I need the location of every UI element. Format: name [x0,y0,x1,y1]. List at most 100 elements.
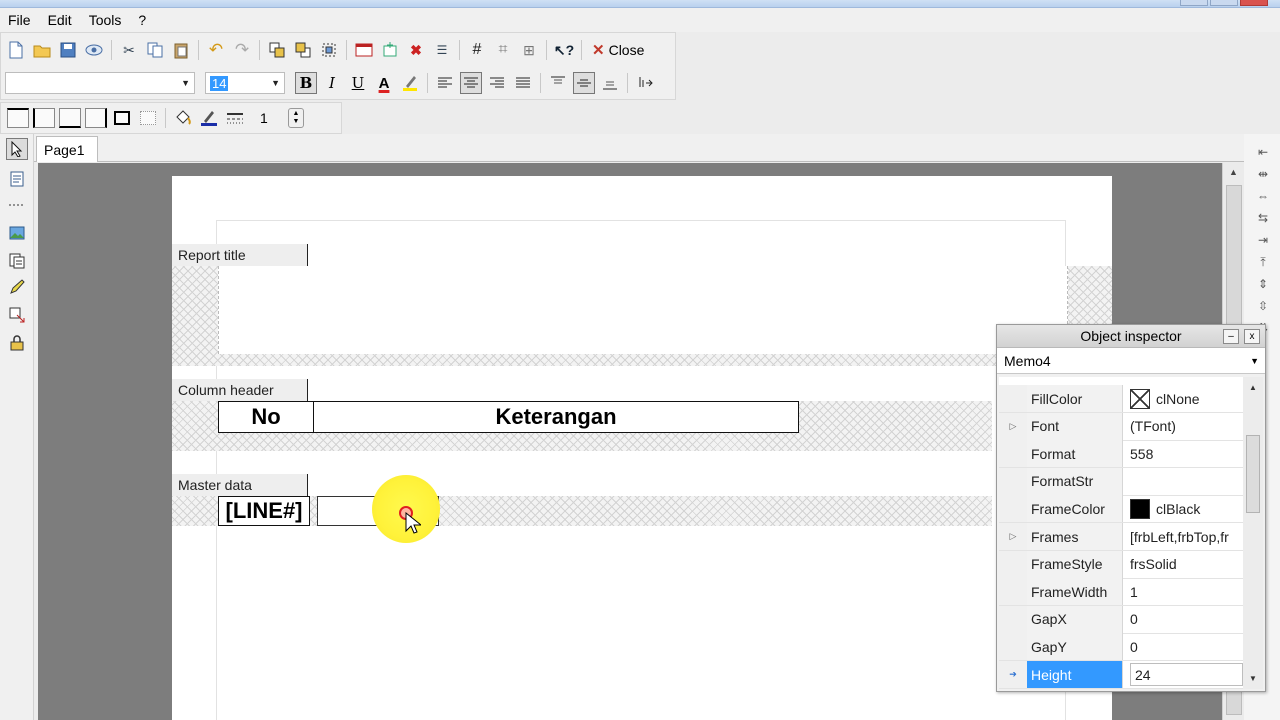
property-edit-field[interactable]: 24 [1130,663,1243,686]
frame-bottom-icon[interactable] [59,108,81,128]
frame-color-icon[interactable] [198,107,220,129]
property-row-framecolor[interactable]: FrameColor clBlack [999,495,1243,524]
delete-page-icon[interactable]: ✖ [405,39,427,61]
font-color-icon[interactable]: A [373,72,395,94]
property-value[interactable]: clBlack [1125,495,1243,522]
align-to-grid-icon[interactable]: ⌗ [492,39,514,61]
space-horizontally-icon[interactable]: ⇆ [1252,208,1274,228]
scroll-down-icon[interactable]: ▼ [1249,674,1257,683]
property-name[interactable]: FrameStyle [1027,550,1123,578]
text-object-icon[interactable] [6,168,28,190]
property-value[interactable]: clNone [1125,385,1243,412]
line-object-icon[interactable] [6,194,28,216]
center-horizontally-icon[interactable]: ⇔ [1252,186,1274,206]
minimize-icon[interactable] [1180,0,1208,6]
align-top-edges-icon[interactable]: ⤒ [1252,252,1274,272]
bring-to-front-icon[interactable] [266,39,288,61]
memo-line-number[interactable]: [LINE#] [218,496,310,526]
menu-file[interactable]: File [8,12,40,28]
underline-icon[interactable]: U [347,72,369,94]
frame-style-icon[interactable] [224,107,246,129]
property-row-format[interactable]: Format 558 [999,440,1243,469]
property-row-fillcolor[interactable]: FillColor clNone [999,385,1243,413]
save-icon[interactable] [57,39,79,61]
maximize-icon[interactable] [1210,0,1238,6]
italic-icon[interactable]: I [321,72,343,94]
memo-keterangan[interactable]: Keterangan [313,401,799,433]
property-value[interactable]: 0 [1125,606,1243,633]
insert-band-icon[interactable] [353,39,375,61]
subreport-object-icon[interactable] [6,250,28,272]
band-label-column-header[interactable]: Column header [172,379,308,401]
menu-edit[interactable]: Edit [48,12,81,28]
close-button[interactable]: ✕ Close [586,39,654,61]
property-value[interactable] [1125,468,1243,495]
property-name[interactable]: FillColor [1027,385,1123,412]
inspector-scrollbar[interactable]: ▲ ▼ [1243,377,1263,689]
frame-all-icon[interactable] [114,111,130,125]
send-to-back-icon[interactable] [292,39,314,61]
page-options-icon[interactable]: ☰ [431,39,453,61]
property-name[interactable]: Frames [1027,523,1123,550]
close-icon[interactable]: x [1244,329,1260,344]
property-row-framewidth[interactable]: FrameWidth 1 [999,578,1243,607]
minimize-icon[interactable]: – [1223,329,1239,344]
undo-icon[interactable]: ↶ [205,39,227,61]
property-name[interactable]: GapX [1027,605,1123,633]
expand-arrow-icon[interactable]: ▷ [999,523,1027,550]
band-label-master-data[interactable]: Master data [172,474,308,496]
property-name[interactable]: Height [1027,661,1123,688]
paste-icon[interactable] [170,39,192,61]
align-justify-icon[interactable] [512,72,534,94]
property-value[interactable]: frsSolid [1125,551,1243,578]
help-pointer-icon[interactable]: ↖? [553,39,575,61]
frame-left-icon[interactable] [33,108,55,128]
property-row-gapy[interactable]: GapY 0 [999,633,1243,662]
bold-icon[interactable]: B [295,72,317,94]
preview-icon[interactable] [83,39,105,61]
redo-icon[interactable]: ↷ [231,39,253,61]
inspector-scroll-thumb[interactable] [1246,435,1260,513]
align-center-icon[interactable] [460,72,482,94]
inspector-title-bar[interactable]: Object inspector – x [997,325,1265,348]
memo-no[interactable]: No [218,401,314,433]
menu-help[interactable]: ? [138,12,155,28]
align-vertical-center-icon[interactable]: ⇕ [1252,274,1274,294]
picture-object-icon[interactable] [6,222,28,244]
frame-none-icon[interactable] [140,111,156,125]
new-icon[interactable] [5,39,27,61]
frame-right-icon[interactable] [85,108,107,128]
property-name[interactable]: FrameColor [1027,495,1123,523]
property-name[interactable]: Font [1027,412,1123,440]
property-row-frames[interactable]: ▷ Frames [frbLeft,frbTop,fr [999,523,1243,551]
inspector-object-select[interactable]: Memo4 ▼ [997,348,1265,374]
align-left-icon[interactable] [434,72,456,94]
draw-object-icon[interactable] [6,276,28,298]
fill-color-icon[interactable] [172,107,194,129]
scroll-up-icon[interactable]: ▲ [1249,383,1257,392]
highlight-color-icon[interactable] [399,72,421,94]
barcode-object-icon[interactable] [6,304,28,326]
cut-icon[interactable]: ✂ [118,39,140,61]
show-grid-icon[interactable]: # [466,39,488,61]
frame-width-field[interactable]: 1 [254,107,288,129]
align-horizontal-center-icon[interactable]: ⇹ [1252,164,1274,184]
open-icon[interactable] [31,39,53,61]
font-name-combo[interactable]: ▼ [5,72,195,94]
property-name[interactable]: FormatStr [1027,467,1123,495]
tab-page1[interactable]: Page1 [36,136,98,162]
property-row-height[interactable]: ➔ Height 24 [999,661,1243,689]
property-row-framestyle[interactable]: FrameStyle frsSolid [999,550,1243,579]
property-row-formatstr[interactable]: FormatStr [999,467,1243,496]
property-name[interactable]: GapY [1027,633,1123,661]
property-value[interactable]: 24 [1125,661,1243,688]
fit-to-grid-icon[interactable]: ⊞ [518,39,540,61]
align-middle-icon[interactable] [573,72,595,94]
property-value[interactable]: 558 [1125,440,1243,467]
property-value[interactable]: 0 [1125,633,1243,660]
band-label-report-title[interactable]: Report title [172,244,308,266]
property-name[interactable]: FrameWidth [1027,578,1123,606]
center-vertically-icon[interactable]: ⇳ [1252,296,1274,316]
lock-object-icon[interactable] [6,332,28,354]
align-top-icon[interactable] [547,72,569,94]
